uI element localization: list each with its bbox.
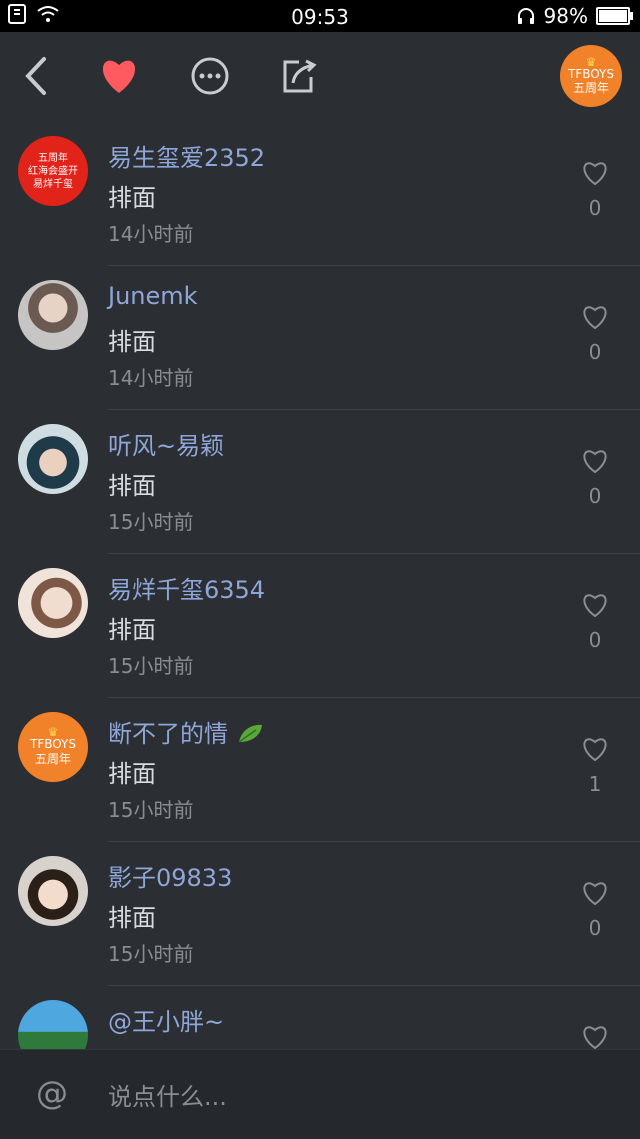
like-button[interactable]: 0 (580, 592, 610, 652)
toolbar: ♛ TFBOYS 五周年 (0, 32, 640, 122)
avatar-text: 易烊千玺 (33, 178, 73, 190)
commenter-avatar[interactable] (18, 568, 88, 638)
mention-button[interactable]: @ (36, 1074, 68, 1112)
commenter-avatar[interactable] (18, 424, 88, 494)
back-arrow-icon (25, 57, 46, 95)
like-count: 1 (588, 772, 602, 796)
heart-outline-icon (583, 594, 607, 618)
like-count: 0 (588, 196, 602, 220)
like-button[interactable]: 0 (580, 304, 610, 364)
leaf-emoji-icon (238, 724, 262, 743)
heart-outline-icon (583, 1026, 607, 1049)
comment-input[interactable] (106, 1076, 610, 1118)
heart-outline-icon (583, 738, 607, 762)
commenter-name[interactable]: @王小胖~ (108, 1002, 224, 1037)
commenter-name[interactable]: 影子09833 (108, 858, 232, 893)
comment-text: 排面 (108, 616, 156, 644)
user-avatar-button[interactable]: ♛ TFBOYS 五周年 (560, 45, 622, 107)
comment-item: 易烊千玺6354 排面 15小时前 0 (0, 554, 640, 698)
avatar-text: TFBOYS (30, 737, 76, 751)
commenter-name[interactable]: 断不了的情 (108, 714, 264, 749)
commenter-avatar[interactable]: 五周年 红海会盛开 易烊千玺 (18, 136, 88, 206)
commenter-name[interactable]: Junemk (108, 282, 198, 310)
commenter-name[interactable]: 易烊千玺6354 (108, 570, 265, 605)
comment-text: 排面 (108, 328, 156, 356)
share-icon (283, 59, 317, 93)
like-count: 0 (588, 484, 602, 508)
favorite-button[interactable] (97, 54, 141, 98)
avatar-text: 红海会盛开 (28, 165, 78, 177)
commenter-name[interactable]: 易生玺爱2352 (108, 138, 265, 173)
comment-time: 15小时前 (108, 798, 194, 822)
avatar-text: 五周年 (38, 152, 68, 164)
headset-icon (517, 8, 534, 24)
avatar-badge-line1: TFBOYS (568, 67, 614, 81)
commenter-avatar[interactable] (18, 1000, 88, 1049)
comment-time: 14小时前 (108, 222, 194, 246)
like-count: 0 (588, 340, 602, 364)
avatar-text: 五周年 (34, 752, 71, 766)
comment-text: 排面 (108, 760, 156, 788)
commenter-avatar[interactable] (18, 280, 88, 350)
comment-text: 排面 (108, 472, 156, 500)
heart-outline-icon (583, 882, 607, 906)
crown-icon: ♛ (47, 725, 59, 739)
comment-time: 15小时前 (108, 942, 194, 966)
more-dots-icon (191, 57, 229, 95)
like-button[interactable]: 0 (580, 880, 610, 940)
comment-time: 15小时前 (108, 510, 194, 534)
status-bar: 09:53 98% (0, 0, 640, 32)
heart-outline-icon (583, 450, 607, 474)
more-button[interactable] (188, 54, 232, 98)
comment-time: 15小时前 (108, 654, 194, 678)
heart-outline-icon (583, 306, 607, 330)
heart-outline-icon (583, 162, 607, 186)
back-button[interactable] (14, 54, 58, 98)
like-button[interactable]: 0 (580, 160, 610, 220)
comment-text: 排面 (108, 1042, 156, 1049)
commenter-name[interactable]: 听风~易颖 (108, 426, 224, 461)
comment-item: @王小胖~ 排面 (0, 986, 640, 1049)
like-button[interactable]: 0 (580, 448, 610, 508)
comment-composer: @ (0, 1049, 640, 1139)
comment-item: Junemk 排面 14小时前 0 (0, 266, 640, 410)
comment-item: 影子09833 排面 15小时前 0 (0, 842, 640, 986)
battery-icon (596, 7, 633, 25)
avatar-badge-line2: 五周年 (572, 81, 609, 95)
battery-percent: 98% (543, 4, 588, 28)
comment-text: 排面 (108, 904, 156, 932)
like-button[interactable] (580, 1024, 610, 1049)
commenter-avatar[interactable]: ♛ TFBOYS 五周年 (18, 712, 88, 782)
comment-time: 14小时前 (108, 366, 194, 390)
crown-icon: ♛ (585, 55, 597, 69)
comment-item: 听风~易颖 排面 15小时前 0 (0, 410, 640, 554)
like-count: 0 (588, 628, 602, 652)
like-count: 0 (588, 916, 602, 940)
comment-item: 五周年 红海会盛开 易烊千玺 易生玺爱2352 排面 14小时前 0 (0, 122, 640, 266)
share-button[interactable] (276, 54, 320, 98)
status-right: 98% (516, 4, 633, 28)
commenter-name-text: 断不了的情 (108, 720, 228, 748)
like-button[interactable]: 1 (580, 736, 610, 796)
comment-item: ♛ TFBOYS 五周年 断不了的情 排面 15小时前 1 (0, 698, 640, 842)
heart-filled-icon (102, 60, 136, 93)
comment-text: 排面 (108, 184, 156, 212)
commenter-avatar[interactable] (18, 856, 88, 926)
comment-list[interactable]: 五周年 红海会盛开 易烊千玺 易生玺爱2352 排面 14小时前 0 Junem… (0, 122, 640, 1049)
